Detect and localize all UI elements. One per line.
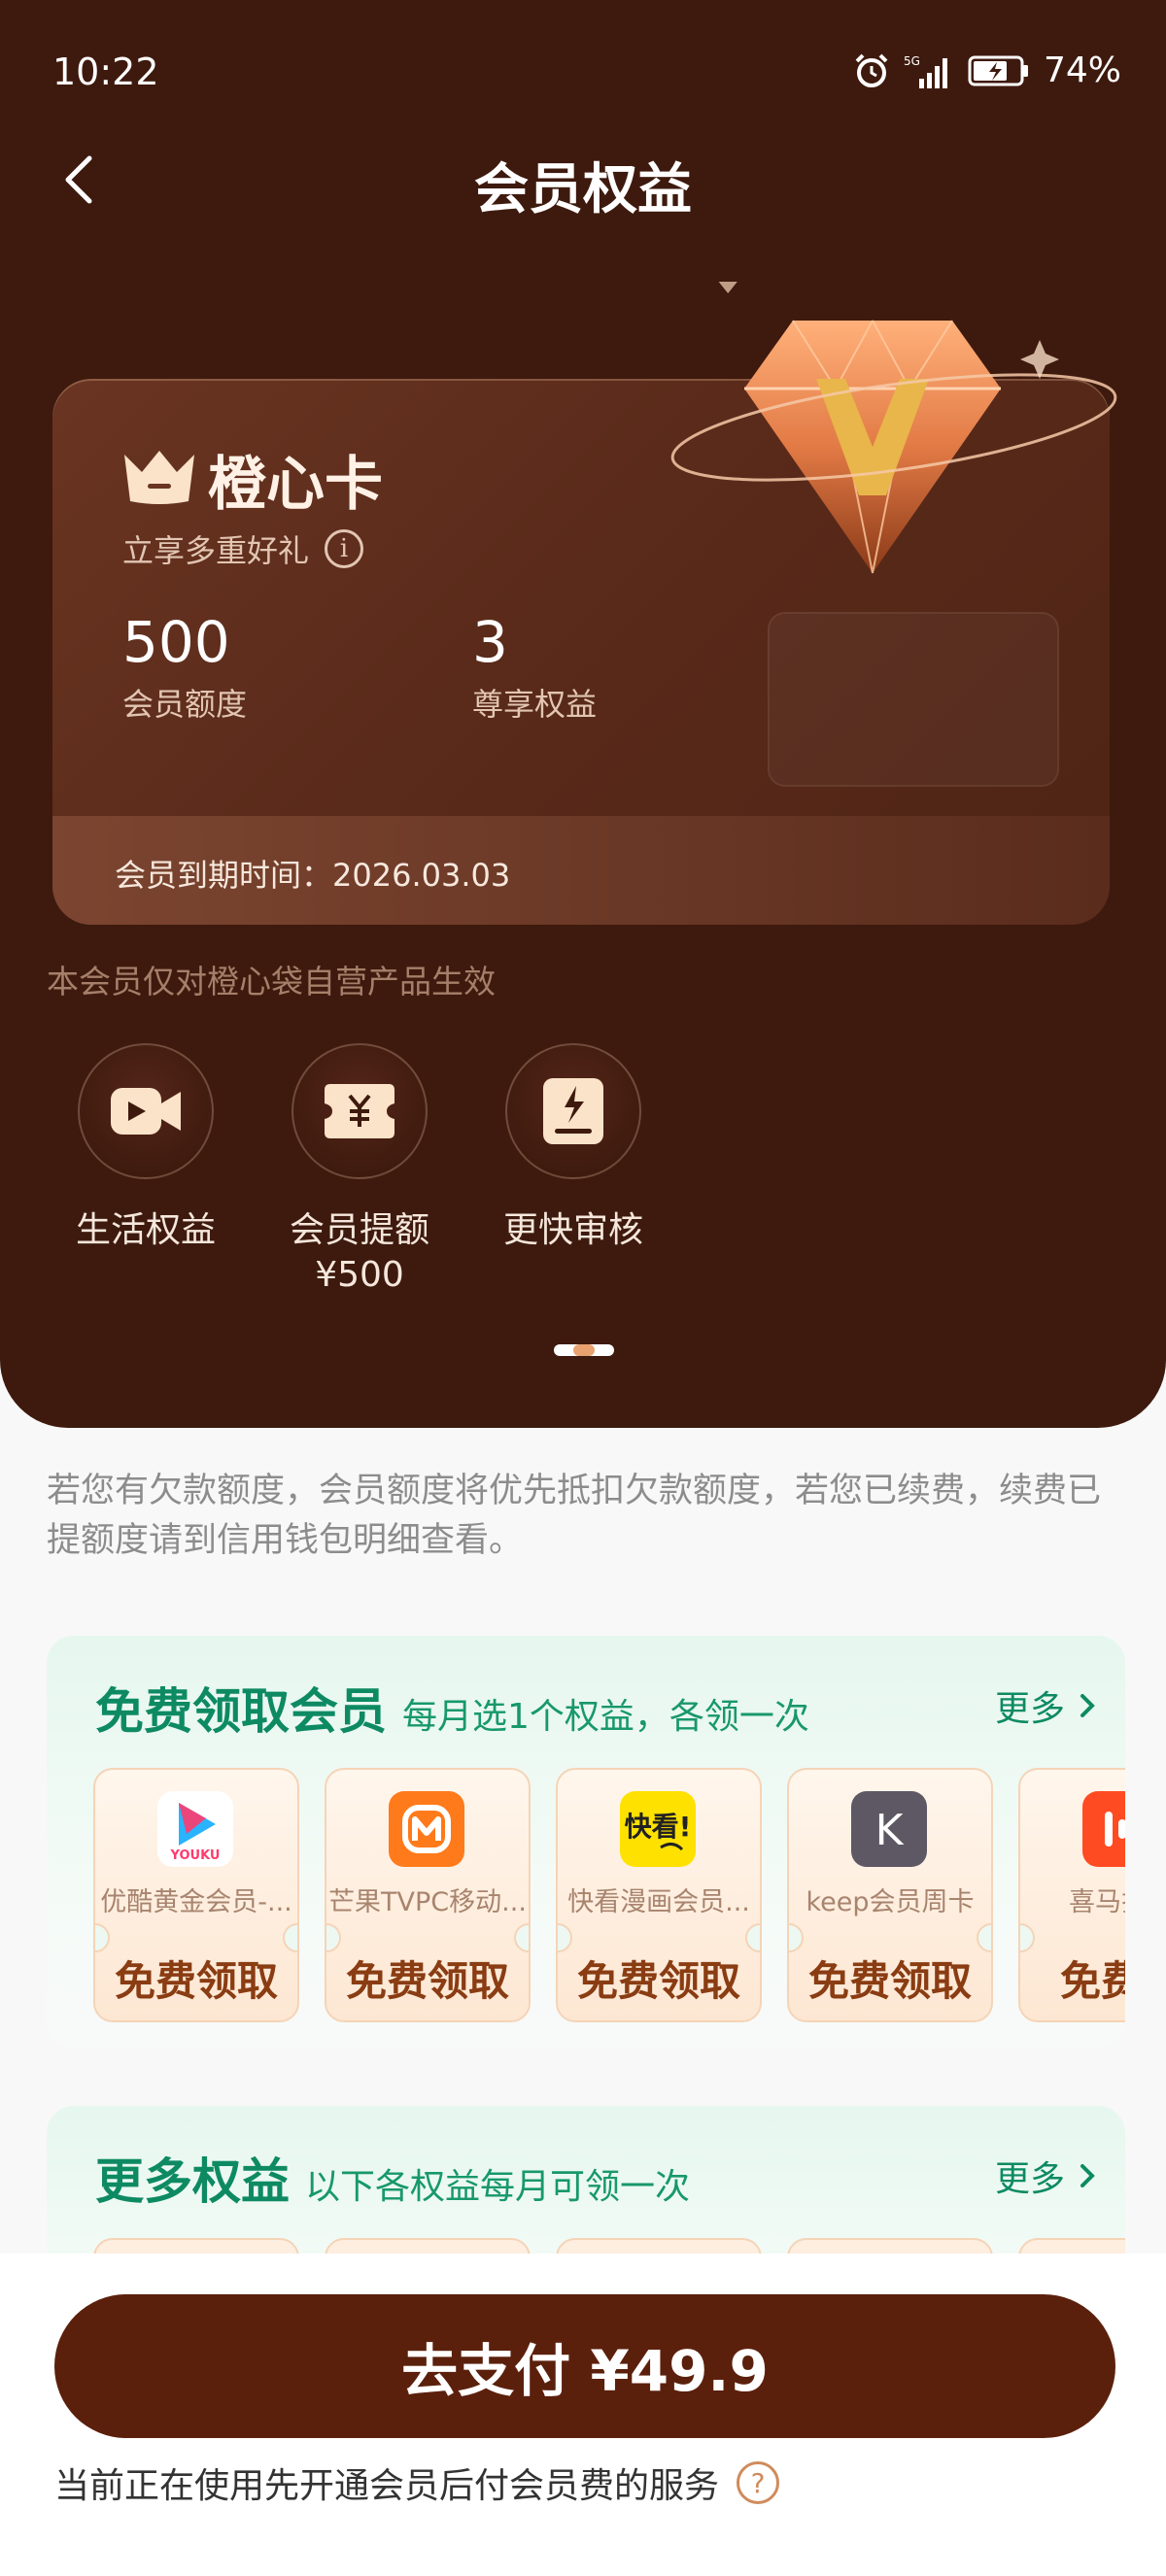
free-ticket-list: YOUKU 优酷黄金会员-... 免费领取 芒果TVPC移动... 免费领取 快… — [93, 1768, 1125, 2022]
free-panel-more-link[interactable]: 更多 — [995, 1680, 1096, 1731]
stat-credit-label: 会员额度 — [122, 685, 248, 723]
carousel-indicator — [554, 1344, 614, 1356]
more-panel-title: 更多权益 — [95, 2153, 290, 2210]
card-name: 橙心卡 — [208, 451, 383, 519]
claim-button[interactable]: 免费领取 — [789, 1949, 991, 2008]
more-panel-more-link[interactable]: 更多 — [995, 2151, 1096, 2201]
pay-note: 当前正在使用先开通会员后付会员费的服务 — [54, 2466, 720, 2506]
keep-logo-text: K — [875, 1806, 905, 1855]
benefit-review-label: 更快审核 — [502, 1210, 643, 1250]
benefits-row: 生活权益 会员提额 ¥500 更快审核 — [68, 1043, 651, 1298]
claim-button[interactable]: 免费领取 — [558, 1949, 760, 2008]
free-panel-desc: 每月选1个权益，各领一次 — [402, 1697, 809, 1737]
page: 10:22 5G 74% 会员权益 橙心卡 立享多重好礼 i 500 会员额度 … — [0, 0, 1166, 2576]
ticket-mangotv[interactable]: 芒果TVPC移动... 免费领取 — [325, 1768, 531, 2022]
card-decor-box — [768, 612, 1059, 787]
page-title: 会员权益 — [474, 158, 692, 221]
pay-bar: 去支付 ¥49.9 当前正在使用先开通会员后付会员费的服务 ? — [0, 2254, 1166, 2576]
free-panel-header: 免费领取会员 每月选1个权益，各领一次 — [95, 1673, 809, 1743]
diamond-v-icon — [670, 282, 1117, 574]
chevron-right-icon — [1080, 2164, 1095, 2187]
yuan-ticket-icon — [325, 1084, 394, 1138]
claim-button[interactable]: 免费领 — [1020, 1949, 1125, 2008]
kuaikan-logo-icon: 快看! — [620, 1791, 696, 1867]
ticket-name: 优酷黄金会员-... — [100, 1887, 292, 1917]
ticket-name: 快看漫画会员... — [567, 1887, 750, 1917]
benefit-life[interactable]: 生活权益 — [68, 1043, 223, 1298]
stat-benefits: 3 尊享权益 — [472, 609, 598, 725]
chevron-right-icon — [1080, 1694, 1095, 1717]
benefit-credit-circle — [292, 1043, 428, 1179]
video-camera-icon — [111, 1088, 181, 1135]
ticket-keep[interactable]: K keep会员周卡 免费领取 — [787, 1768, 993, 2022]
ximalaya-logo-icon — [1082, 1791, 1125, 1867]
more-panel-desc: 以下各权益每月可领一次 — [305, 2167, 691, 2207]
benefit-credit[interactable]: 会员提额 ¥500 — [282, 1043, 437, 1298]
free-panel-more-label: 更多 — [994, 1689, 1065, 1729]
ticket-kuaikan[interactable]: 快看! 快看漫画会员... 免费领取 — [556, 1768, 762, 2022]
stat-benefits-label: 尊享权益 — [472, 685, 598, 723]
card-subtitle-row: 立享多重好礼 i — [122, 526, 364, 571]
benefit-review[interactable]: 更快审核 — [496, 1043, 651, 1298]
mangotv-logo-icon — [389, 1791, 464, 1867]
battery-icon — [968, 55, 1028, 85]
hero-note: 本会员仅对橙心袋自营产品生效 — [47, 963, 496, 1000]
card-footer: 会员到期时间：2026.03.03 — [52, 816, 1110, 925]
status-bar: 10:22 5G 74% — [0, 0, 1166, 146]
benefit-life-label: 生活权益 — [75, 1210, 216, 1250]
signal-icon: 5G — [904, 54, 947, 88]
network-label: 5G — [904, 54, 920, 68]
card-subtitle: 立享多重好礼 — [122, 532, 310, 569]
help-icon[interactable]: ? — [737, 2461, 780, 2504]
ticket-name: 喜马拉雅 — [1069, 1887, 1125, 1917]
more-panel-more-label: 更多 — [994, 2159, 1065, 2199]
crown-icon — [124, 451, 194, 504]
stat-credit-value: 500 — [122, 609, 230, 675]
free-panel-title: 免费领取会员 — [95, 1683, 387, 1740]
benefit-credit-label: 会员提额 ¥500 — [289, 1210, 429, 1296]
fast-review-icon — [543, 1078, 603, 1144]
ticket-ximalaya[interactable]: 喜马拉雅 免费领 — [1018, 1768, 1125, 2022]
stat-credit: 500 会员额度 — [122, 609, 248, 725]
youku-logo-icon: YOUKU — [157, 1791, 233, 1867]
free-membership-panel: 免费领取会员 每月选1个权益，各领一次 更多 YOUKU 优酷黄金会员-... … — [47, 1636, 1125, 2048]
stat-benefits-value: 3 — [472, 609, 508, 675]
claim-button[interactable]: 免费领取 — [326, 1949, 529, 2008]
claim-button[interactable]: 免费领取 — [95, 1949, 297, 2008]
more-panel-header: 更多权益 以下各权益每月可领一次 — [95, 2143, 690, 2213]
ticket-name: 芒果TVPC移动... — [328, 1887, 527, 1917]
expiry-date: 会员到期时间：2026.03.03 — [115, 857, 511, 894]
ticket-youku[interactable]: YOUKU 优酷黄金会员-... 免费领取 — [93, 1768, 299, 2022]
pay-button[interactable]: 去支付 ¥49.9 — [54, 2294, 1115, 2438]
status-icons: 5G 74% — [853, 51, 1121, 90]
alarm-icon — [855, 53, 888, 87]
ticket-name: keep会员周卡 — [806, 1887, 975, 1917]
pay-note-row: 当前正在使用先开通会员后付会员费的服务 ? — [54, 2457, 780, 2508]
benefit-review-circle — [505, 1043, 641, 1179]
status-time: 10:22 — [52, 51, 159, 93]
hero-section: 10:22 5G 74% 会员权益 橙心卡 立享多重好礼 i 500 会员额度 … — [0, 0, 1166, 1428]
battery-percent: 74% — [1043, 51, 1121, 90]
credit-notice: 若您有欠款额度，会员额度将优先抵扣欠款额度，若您已续费，续费已提额度请到信用钱包… — [47, 1472, 1102, 1560]
keep-logo-icon: K — [851, 1791, 927, 1867]
kuaikan-logo-text: 快看! — [625, 1811, 692, 1843]
youku-logo-text: YOUKU — [170, 1848, 221, 1863]
info-icon[interactable]: i — [325, 529, 364, 568]
benefit-life-circle — [78, 1043, 214, 1179]
